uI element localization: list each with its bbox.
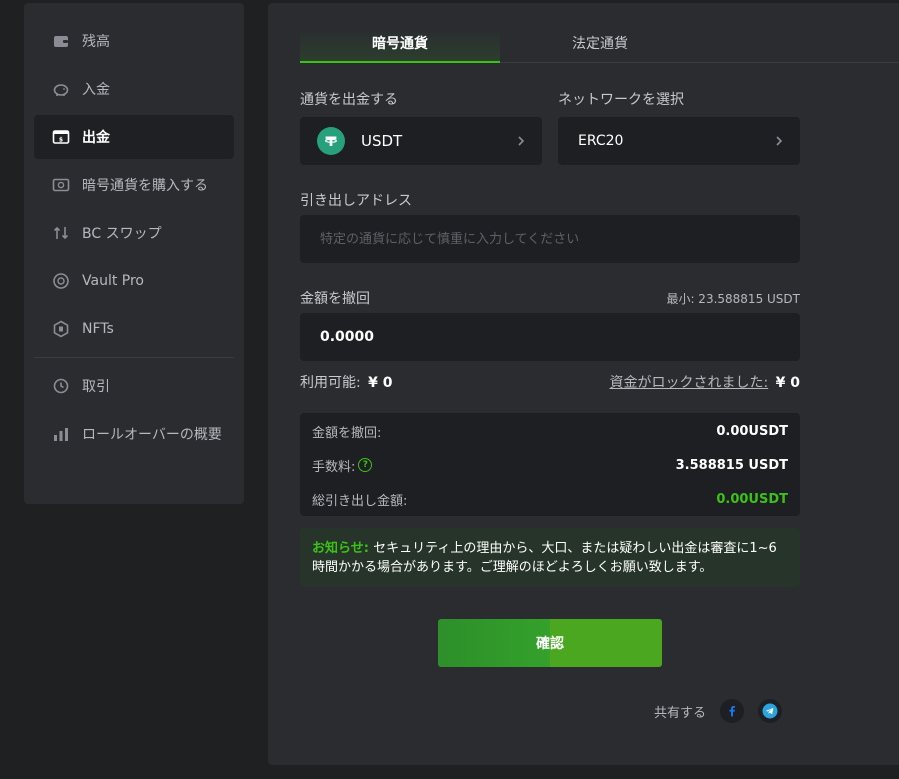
security-notice: お知らせ: セキュリティ上の理由から、大口、または疑わしい出金は審査に1~6時間… — [300, 528, 800, 587]
summary-row-fee: 手数料: ? 3.588815 USDT — [312, 455, 788, 475]
tab-fiat[interactable]: 法定通貨 — [500, 29, 700, 63]
currency-value: USDT — [361, 132, 403, 150]
sidebar-item-rollover[interactable]: ロールオーバーの概要 — [34, 412, 234, 456]
transaction-icon — [52, 377, 70, 395]
help-icon[interactable]: ? — [358, 458, 373, 472]
chevron-right-icon — [776, 136, 783, 146]
available-balance: 利用可能: ¥ 0 — [300, 372, 393, 392]
summary-row-amount: 金額を撤回: 0.00USDT — [312, 421, 788, 441]
tab-crypto[interactable]: 暗号通貨 — [300, 29, 500, 63]
summary-amount-value: 0.00USDT — [716, 423, 788, 439]
sidebar-item-balance[interactable]: 残高 — [34, 19, 234, 63]
locked-funds-link[interactable]: 資金がロックされました: — [609, 375, 768, 391]
network-label: ネットワークを選択 — [558, 92, 684, 108]
sidebar-item-buy-crypto[interactable]: 暗号通貨を購入する — [34, 163, 234, 207]
sidebar-item-label: 残高 — [82, 34, 110, 50]
sidebar: 残高 入金 $ 出金 暗号通貨を購入する BC スワップ Vault Pro N… — [24, 3, 244, 504]
rollover-chart-icon — [52, 425, 70, 443]
sidebar-item-transactions[interactable]: 取引 — [34, 364, 234, 408]
sidebar-item-label: ロールオーバーの概要 — [82, 427, 222, 443]
amount-input[interactable] — [300, 313, 800, 361]
locked-value: ¥ 0 — [775, 375, 800, 391]
notice-text: セキュリティ上の理由から、大口、または疑わしい出金は審査に1~6時間かかる場合が… — [312, 541, 777, 575]
network-select[interactable]: ERC20 — [558, 117, 800, 165]
sidebar-item-label: BC スワップ — [82, 226, 162, 242]
sidebar-item-deposit[interactable]: 入金 — [34, 67, 234, 111]
share-section: 共有する — [654, 699, 783, 723]
sidebar-item-label: 暗号通貨を購入する — [82, 178, 208, 194]
network-value: ERC20 — [578, 133, 624, 149]
summary-amount-label: 金額を撤回: — [312, 425, 382, 441]
available-label: 利用可能: — [300, 375, 361, 391]
locked-funds: 資金がロックされました: ¥ 0 — [609, 372, 800, 392]
amount-label: 金額を撤回 — [300, 291, 370, 307]
address-input[interactable] — [300, 215, 800, 263]
summary-fee-key: 手数料: ? — [312, 456, 373, 475]
confirm-button[interactable]: 確認 — [438, 619, 662, 667]
withdraw-icon: $ — [52, 128, 70, 146]
sidebar-item-label: 入金 — [82, 82, 110, 98]
sidebar-divider — [34, 357, 234, 358]
available-value: ¥ 0 — [368, 375, 393, 391]
address-label: 引き出しアドレス — [300, 193, 412, 209]
sidebar-item-bc-swap[interactable]: BC スワップ — [34, 211, 234, 255]
buy-crypto-icon — [52, 176, 70, 194]
withdraw-panel: 暗号通貨 法定通貨 通貨を出金する ネットワークを選択 USDT ERC20 引… — [268, 3, 899, 765]
currency-select[interactable]: USDT — [300, 117, 542, 165]
sidebar-item-label: 取引 — [82, 379, 110, 395]
notice-title: お知らせ: — [312, 541, 369, 556]
summary-total-label: 総引き出し金額: — [312, 493, 408, 509]
chevron-right-icon — [518, 136, 525, 146]
vault-icon — [52, 272, 70, 290]
telegram-icon[interactable] — [758, 699, 783, 723]
share-label: 共有する — [654, 705, 707, 721]
sidebar-item-vault-pro[interactable]: Vault Pro — [34, 259, 234, 303]
nft-icon — [52, 320, 70, 338]
facebook-icon[interactable] — [720, 699, 745, 723]
withdraw-summary: 金額を撤回: 0.00USDT 手数料: ? 3.588815 USDT 総引き… — [300, 413, 800, 516]
sidebar-item-label: NFTs — [82, 321, 114, 337]
sidebar-item-label: Vault Pro — [82, 273, 144, 289]
summary-total-value: 0.00USDT — [716, 491, 788, 507]
sidebar-item-label: 出金 — [82, 130, 110, 146]
sidebar-item-nfts[interactable]: NFTs — [34, 307, 234, 351]
usdt-coin-icon — [317, 127, 345, 155]
currency-label: 通貨を出金する — [300, 92, 398, 108]
piggy-bank-icon — [52, 80, 70, 98]
sidebar-item-withdraw[interactable]: $ 出金 — [34, 115, 234, 159]
summary-fee-value: 3.588815 USDT — [675, 457, 788, 473]
wallet-icon — [52, 32, 70, 50]
swap-icon — [52, 224, 70, 242]
summary-fee-label: 手数料: — [312, 459, 356, 475]
min-amount-text: 最小: 23.588815 USDT — [666, 292, 800, 306]
summary-row-total: 総引き出し金額: 0.00USDT — [312, 489, 788, 509]
currency-tabs: 暗号通貨 法定通貨 — [300, 29, 899, 63]
svg-text:$: $ — [59, 137, 63, 144]
